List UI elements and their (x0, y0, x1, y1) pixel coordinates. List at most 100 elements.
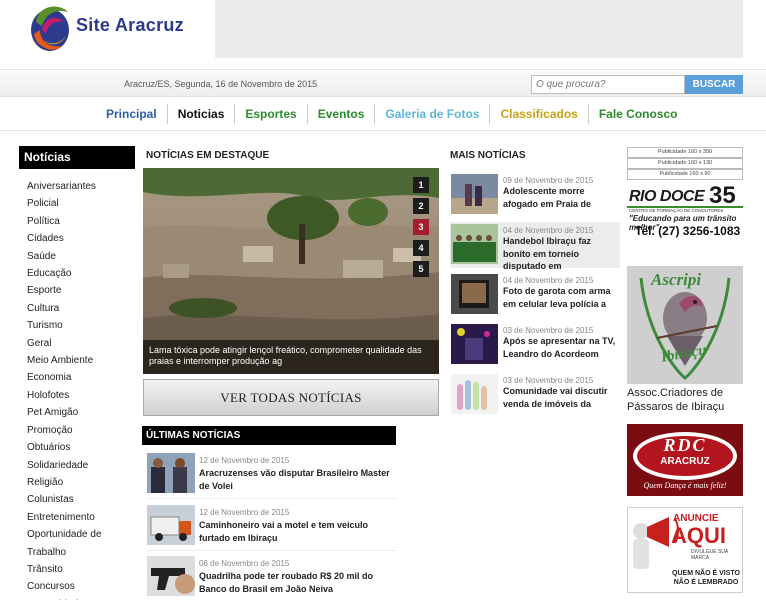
ad-rio-doce[interactable]: RIO DOCE 35 CENTRO DE FORMAÇÃO DE CONDUT… (627, 182, 743, 242)
ultimas-date: 12 de Novembro de 2015 (199, 456, 290, 465)
page: Site Aracruz Aracruz/ES, Segunda, 16 de … (0, 0, 766, 600)
mais-item[interactable]: 03 de Novembro de 2015 Comunidade vai di… (450, 372, 620, 418)
search-button[interactable]: BUSCAR (685, 75, 743, 94)
ultimas-headline: Aracruzenses vão disputar Brasileiro Mas… (199, 468, 390, 491)
gun-photo-icon (147, 556, 195, 596)
nav-item-noticias[interactable]: Noticias (168, 104, 236, 124)
mais-headline: Adolescente morre afogado em Praia de (503, 186, 592, 209)
rdc-city: ARACRUZ (660, 456, 710, 467)
publicidade-label: Publicidade 160 x 130 (627, 158, 743, 169)
hands-photo-icon (451, 374, 498, 414)
featured-caption[interactable]: Lama tóxica pode atingir lençol freático… (143, 340, 439, 374)
mais-headline: Comunidade vai discutir venda de imóveis… (503, 386, 608, 409)
sidebar-item[interactable]: Política (27, 213, 135, 230)
sidebar-item[interactable]: Cultura (27, 300, 135, 317)
sidebar-item[interactable]: Religião (27, 474, 135, 491)
slide-button[interactable]: 1 (413, 177, 429, 193)
sidebar-item[interactable]: Solidariedade (27, 457, 135, 474)
phone-photo-icon (451, 274, 498, 314)
slide-button[interactable]: 3 (413, 219, 429, 235)
sidebar-item[interactable]: Policial (27, 195, 135, 212)
sidebar-item[interactable]: Educação (27, 265, 135, 282)
ad-rdc-aracruz[interactable]: RDC ARACRUZ Quem Dança é mais feliz! (627, 424, 743, 496)
mais-date: 04 de Novembro de 2015 (503, 226, 594, 235)
featured-section-title: NOTÍCIAS EM DESTAQUE (146, 150, 270, 161)
beach-photo-icon (451, 174, 498, 214)
current-date: Aracruz/ES, Segunda, 16 de Novembro de 2… (124, 79, 318, 89)
nav-item-principal[interactable]: Principal (96, 104, 168, 124)
ad-anuncie-aqui[interactable]: ANUNCIE AQUI DIVULGUE SUA MARCA QUEM NÃO… (627, 507, 743, 593)
mais-item[interactable]: 04 de Novembro de 2015 Handebol Ibiraçu … (450, 222, 620, 271)
sidebar-item[interactable]: Geral (27, 335, 135, 352)
riodoce-sub: CENTRO DE FORMAÇÃO DE CONDUTORES (629, 208, 724, 213)
top-banner-ad[interactable] (215, 0, 743, 58)
mais-date: 03 de Novembro de 2015 (503, 326, 594, 335)
logo-emblem-icon (31, 6, 69, 51)
site-logo[interactable]: Site Aracruz (28, 0, 218, 56)
ver-todas-button[interactable]: VER TODAS NOTÍCIAS (143, 379, 439, 416)
mais-item[interactable]: 04 de Novembro de 2015 Foto de garota co… (450, 272, 620, 318)
publicidade-label: Publicidade 160 x 90 (627, 169, 743, 180)
nav-item-fale-conosco[interactable]: Fale Conosco (589, 104, 688, 124)
tv-stage-photo-icon (451, 324, 498, 364)
sidebar-item[interactable]: Esporte (27, 282, 135, 299)
sidebar-item[interactable]: Meio Ambiente (27, 352, 135, 369)
ultimas-item[interactable]: 12 de Novembro de 2015 Aracruzenses vão … (147, 453, 397, 499)
sidebar-item[interactable]: Holofotes (27, 387, 135, 404)
search-input[interactable] (531, 75, 685, 94)
riodoce-brand: RIO DOCE (629, 188, 705, 205)
sidebar-item[interactable]: Concursos (27, 578, 135, 595)
ad-ascripi[interactable]: Ascripi Ibiraçu (627, 266, 743, 384)
nav-divider (0, 130, 766, 131)
ultimas-date: 12 de Novembro de 2015 (199, 508, 290, 517)
truck-photo-icon (147, 505, 195, 545)
nav-item-classificados[interactable]: Classificados (490, 104, 589, 124)
nav-item-galeria-de-fotos[interactable]: Galeria de Fotos (375, 104, 491, 124)
sidebar-item[interactable]: Turismo (27, 317, 135, 334)
sidebar-title: Notícias (19, 146, 135, 169)
anuncie-line2: AQUI (671, 523, 726, 548)
mais-headline: Handebol Ibiraçu faz bonito em torneio d… (503, 236, 592, 271)
sidebar-item[interactable]: Trânsito (27, 561, 135, 578)
sidebar-item[interactable]: Oportunidade de Trabalho (27, 526, 135, 561)
rdc-big: RDC (663, 435, 707, 455)
slide-button[interactable]: 2 (413, 198, 429, 214)
sidebar-item[interactable]: Pet Amigão (27, 404, 135, 421)
mais-headline: Foto de garota com arma em celular leva … (503, 286, 611, 309)
anuncie-bottom: QUEM NÃO É VISTO NÃO É LEMBRADO (672, 570, 740, 586)
sidebar-item[interactable]: Promoção (27, 422, 135, 439)
volleyball-photo-icon (147, 453, 195, 493)
sidebar-item[interactable]: Saúde (27, 248, 135, 265)
ultimas-date: 06 de Novembro de 2015 (199, 559, 290, 568)
sidebar-item[interactable]: Cidades (27, 230, 135, 247)
sidebar-item[interactable]: Obtuários (27, 439, 135, 456)
handball-team-photo-icon (451, 224, 498, 264)
ultimas-headline: Caminhoneiro vai a motel e tem veiculo f… (199, 520, 369, 543)
anuncie-small: DIVULGUE SUA MARCA (691, 549, 728, 561)
mais-item[interactable]: 03 de Novembro de 2015 Após se apresenta… (450, 322, 620, 368)
sidebar-item[interactable]: Comunidades (27, 596, 135, 600)
nav-item-eventos[interactable]: Eventos (308, 104, 376, 124)
ultimas-headline: Quadrilha pode ter roubado R$ 20 mil do … (199, 571, 374, 594)
nav-item-esportes[interactable]: Esportes (235, 104, 308, 124)
mais-section-title: MAIS NOTÍCIAS (450, 150, 526, 161)
riodoce-phone: Tel. (27) 3256-1083 (635, 224, 741, 238)
sidebar-item[interactable]: Colunistas (27, 491, 135, 508)
sidebar-item[interactable]: Entretenimento (27, 509, 135, 526)
slide-button[interactable]: 5 (413, 261, 429, 277)
ultimas-section-title: ÚLTIMAS NOTÍCIAS (142, 426, 396, 445)
ultimas-item[interactable]: 12 de Novembro de 2015 Caminhoneiro vai … (147, 505, 397, 551)
sidebar-item[interactable]: Economia (27, 369, 135, 386)
publicidade-label: Publicidade 160 x 350 (627, 147, 743, 158)
mais-date: 03 de Novembro de 2015 (503, 376, 594, 385)
sidebar-item[interactable]: Aniversariantes (27, 178, 135, 195)
ascripi-caption[interactable]: Assoc.Criadores de Pássaros de Ibiraçu (627, 386, 757, 414)
rdc-tagline: Quem Dança é mais feliz! (643, 481, 727, 490)
main-nav: Principal Noticias Esportes Eventos Galeria … (96, 104, 688, 124)
slide-button[interactable]: 4 (413, 240, 429, 256)
mais-date: 04 de Novembro de 2015 (503, 276, 594, 285)
ascripi-top-text: Ascripi (651, 270, 702, 289)
mais-item[interactable]: 09 de Novembro de 2015 Adolescente morre… (450, 172, 620, 218)
ultimas-item[interactable]: 06 de Novembro de 2015 Quadrilha pode te… (147, 556, 397, 600)
mais-date: 09 de Novembro de 2015 (503, 176, 594, 185)
